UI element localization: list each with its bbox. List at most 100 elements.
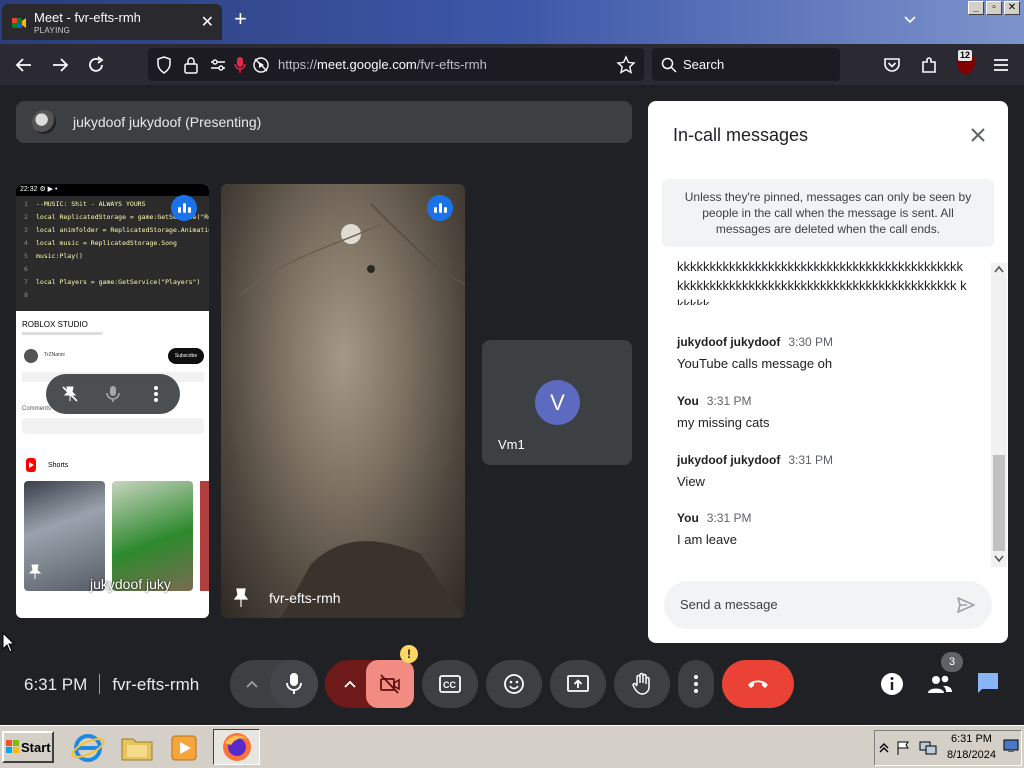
message-list[interactable]: kkkkkkkkkkkkkkkkkkkkkkkkkkkkkkkkkkkkkkkk… [648, 257, 1008, 569]
more-vert-icon [694, 675, 698, 693]
panel-title: In-call messages [673, 125, 809, 145]
ublock-icon[interactable]: 12 [955, 50, 977, 76]
more-vert-icon[interactable] [146, 384, 166, 404]
code-line: 5 music:Play() [16, 252, 83, 260]
participant-tile-vm1[interactable]: V Vm1 [482, 340, 632, 465]
flag-icon[interactable] [895, 740, 911, 756]
message-sender: You [677, 394, 699, 408]
code-text: --MUSIC: Shit - ALWAYS YOURS [36, 200, 146, 208]
raise-hand-button[interactable] [614, 660, 670, 708]
back-arrow-icon[interactable] [13, 54, 35, 76]
bookmark-star-icon[interactable] [616, 55, 636, 75]
audio-level-icon [427, 195, 453, 221]
message-sender: You [677, 511, 699, 525]
scrollbar-thumb[interactable] [993, 455, 1005, 551]
lock-icon[interactable] [183, 56, 199, 74]
search-bar[interactable]: Search [652, 48, 840, 81]
people-button[interactable]: 3 [926, 652, 963, 697]
minimize-button[interactable]: _ [968, 1, 984, 15]
send-icon[interactable] [956, 595, 976, 615]
permissions-icon[interactable] [210, 57, 226, 73]
mouse-cursor-icon [2, 632, 16, 653]
meet-call-area: jukydoof jukydoof (Presenting) 22:32 ⚙ ▶… [0, 85, 1024, 725]
system-tray: 6:31 PM 8/18/2024 [874, 730, 1022, 766]
more-options-button[interactable] [678, 660, 714, 708]
start-label: Start [21, 740, 51, 755]
code-text: music:Play() [36, 252, 83, 260]
forward-arrow-icon[interactable] [49, 54, 71, 76]
tile-hover-controls[interactable] [46, 374, 180, 414]
start-button[interactable]: Start [2, 731, 54, 763]
microphone-icon [286, 673, 302, 694]
meeting-details-icon[interactable] [880, 672, 904, 696]
chevron-down-icon[interactable] [902, 12, 918, 28]
presenter-avatar [32, 110, 56, 134]
message-time: 3:30 PM [788, 335, 834, 349]
file-explorer-icon[interactable] [119, 731, 155, 765]
show-hidden-icons-icon[interactable] [879, 742, 889, 754]
message-time: 3:31 PM [706, 394, 752, 408]
chat-scrollbar[interactable] [991, 263, 1007, 567]
network-icon[interactable] [919, 740, 937, 756]
microphone-active-icon[interactable] [234, 56, 246, 74]
close-window-button[interactable]: ✕ [1004, 1, 1020, 15]
url-text[interactable]: https://meet.google.com/fvr-efts-rmh [278, 57, 487, 72]
camera-control-group: ! [325, 645, 418, 708]
channel-avatar [24, 349, 38, 363]
chevron-up-icon[interactable] [244, 677, 260, 691]
camera-off-button[interactable] [366, 660, 414, 708]
line-number: 8 [24, 291, 28, 299]
chat-notice: Unless they're pinned, messages can only… [662, 179, 994, 247]
reload-icon[interactable] [85, 54, 107, 76]
windows-taskbar: Start 6:31 PM 8/18/2024 [0, 725, 1024, 768]
browser-tab-strip: Meet - fvr-efts-rmh PLAYING ✕ + _ ▫ ✕ [0, 0, 1024, 44]
shield-icon[interactable] [156, 56, 172, 74]
participant-name: fvr-efts-rmh [269, 590, 341, 606]
autoplay-blocked-icon[interactable] [252, 56, 270, 74]
tab-close-icon[interactable]: ✕ [201, 12, 214, 32]
message-input[interactable]: Send a message [664, 581, 992, 629]
participants-count-badge: 3 [941, 652, 963, 672]
scroll-up-icon[interactable] [994, 265, 1004, 273]
tab-playing-status: PLAYING [34, 26, 71, 35]
avatar: V [535, 380, 580, 425]
pin-icon[interactable] [233, 588, 249, 608]
extensions-icon[interactable] [918, 54, 940, 76]
leave-call-button[interactable] [722, 660, 794, 708]
browser-tab-meet[interactable]: Meet - fvr-efts-rmh PLAYING ✕ [2, 4, 222, 40]
camera-video-tile[interactable]: fvr-efts-rmh [221, 184, 465, 618]
close-icon[interactable] [968, 125, 988, 145]
microphone-button[interactable] [270, 660, 318, 708]
message-time: 3:31 PM [706, 511, 752, 525]
show-desktop-icon[interactable] [1003, 739, 1019, 753]
chevron-up-icon[interactable] [342, 677, 358, 691]
tray-clock: 6:31 PM [951, 733, 992, 745]
svg-text:CC: CC [443, 680, 456, 690]
taskbar-item-firefox[interactable] [213, 729, 260, 765]
message-time: 3:31 PM [788, 453, 834, 467]
media-player-icon[interactable] [166, 731, 202, 765]
notification-badge: 12 [958, 50, 973, 61]
captions-button[interactable]: CC [422, 660, 478, 708]
scroll-down-icon[interactable] [994, 555, 1004, 563]
message-item: You 3:31 PM I am leave [677, 509, 967, 549]
emoji-icon [504, 674, 524, 694]
closed-captions-icon: CC [439, 675, 461, 693]
code-line: 6 [16, 265, 36, 273]
pocket-icon[interactable] [881, 54, 903, 76]
new-tab-button[interactable]: + [234, 8, 247, 30]
hamburger-menu-icon[interactable] [990, 54, 1012, 76]
meeting-code: fvr-efts-rmh [112, 675, 200, 694]
screen-share-tile[interactable]: 22:32 ⚙ ▶ • 1 --MUSIC: Shit - ALWAYS YOUR… [16, 184, 209, 618]
present-screen-button[interactable] [550, 660, 606, 708]
warning-badge-icon: ! [400, 645, 418, 663]
restore-button[interactable]: ▫ [986, 1, 1002, 15]
url-bar[interactable]: https://meet.google.com/fvr-efts-rmh [148, 48, 644, 81]
mic-control-group [230, 660, 318, 708]
unpin-icon[interactable] [60, 384, 80, 404]
emoji-reactions-button[interactable] [486, 660, 542, 708]
youtube-shorts-icon [26, 458, 36, 472]
in-call-messages-panel: In-call messages Unless they're pinned, … [648, 101, 1008, 643]
chat-icon[interactable] [976, 671, 1000, 695]
internet-explorer-icon[interactable] [70, 731, 106, 765]
